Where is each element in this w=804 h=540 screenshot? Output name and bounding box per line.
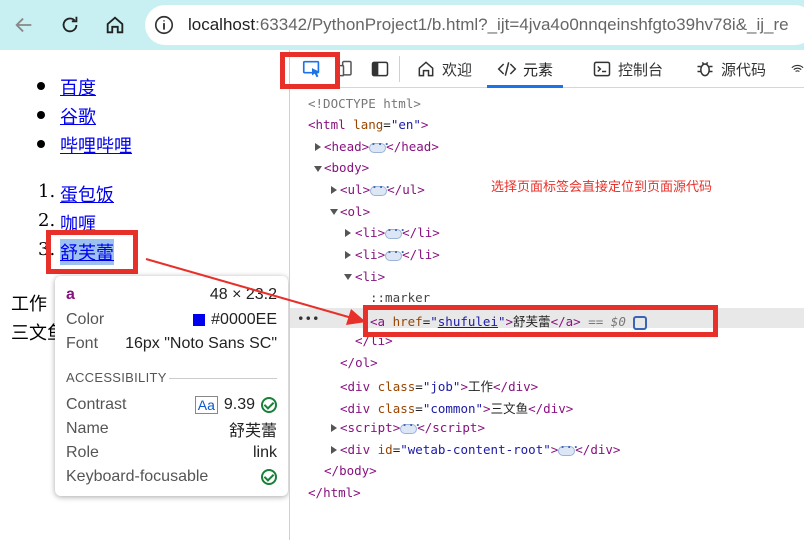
arrow-head (346, 309, 366, 325)
annotation-arrow (145, 258, 366, 325)
arrow-line (145, 258, 353, 319)
